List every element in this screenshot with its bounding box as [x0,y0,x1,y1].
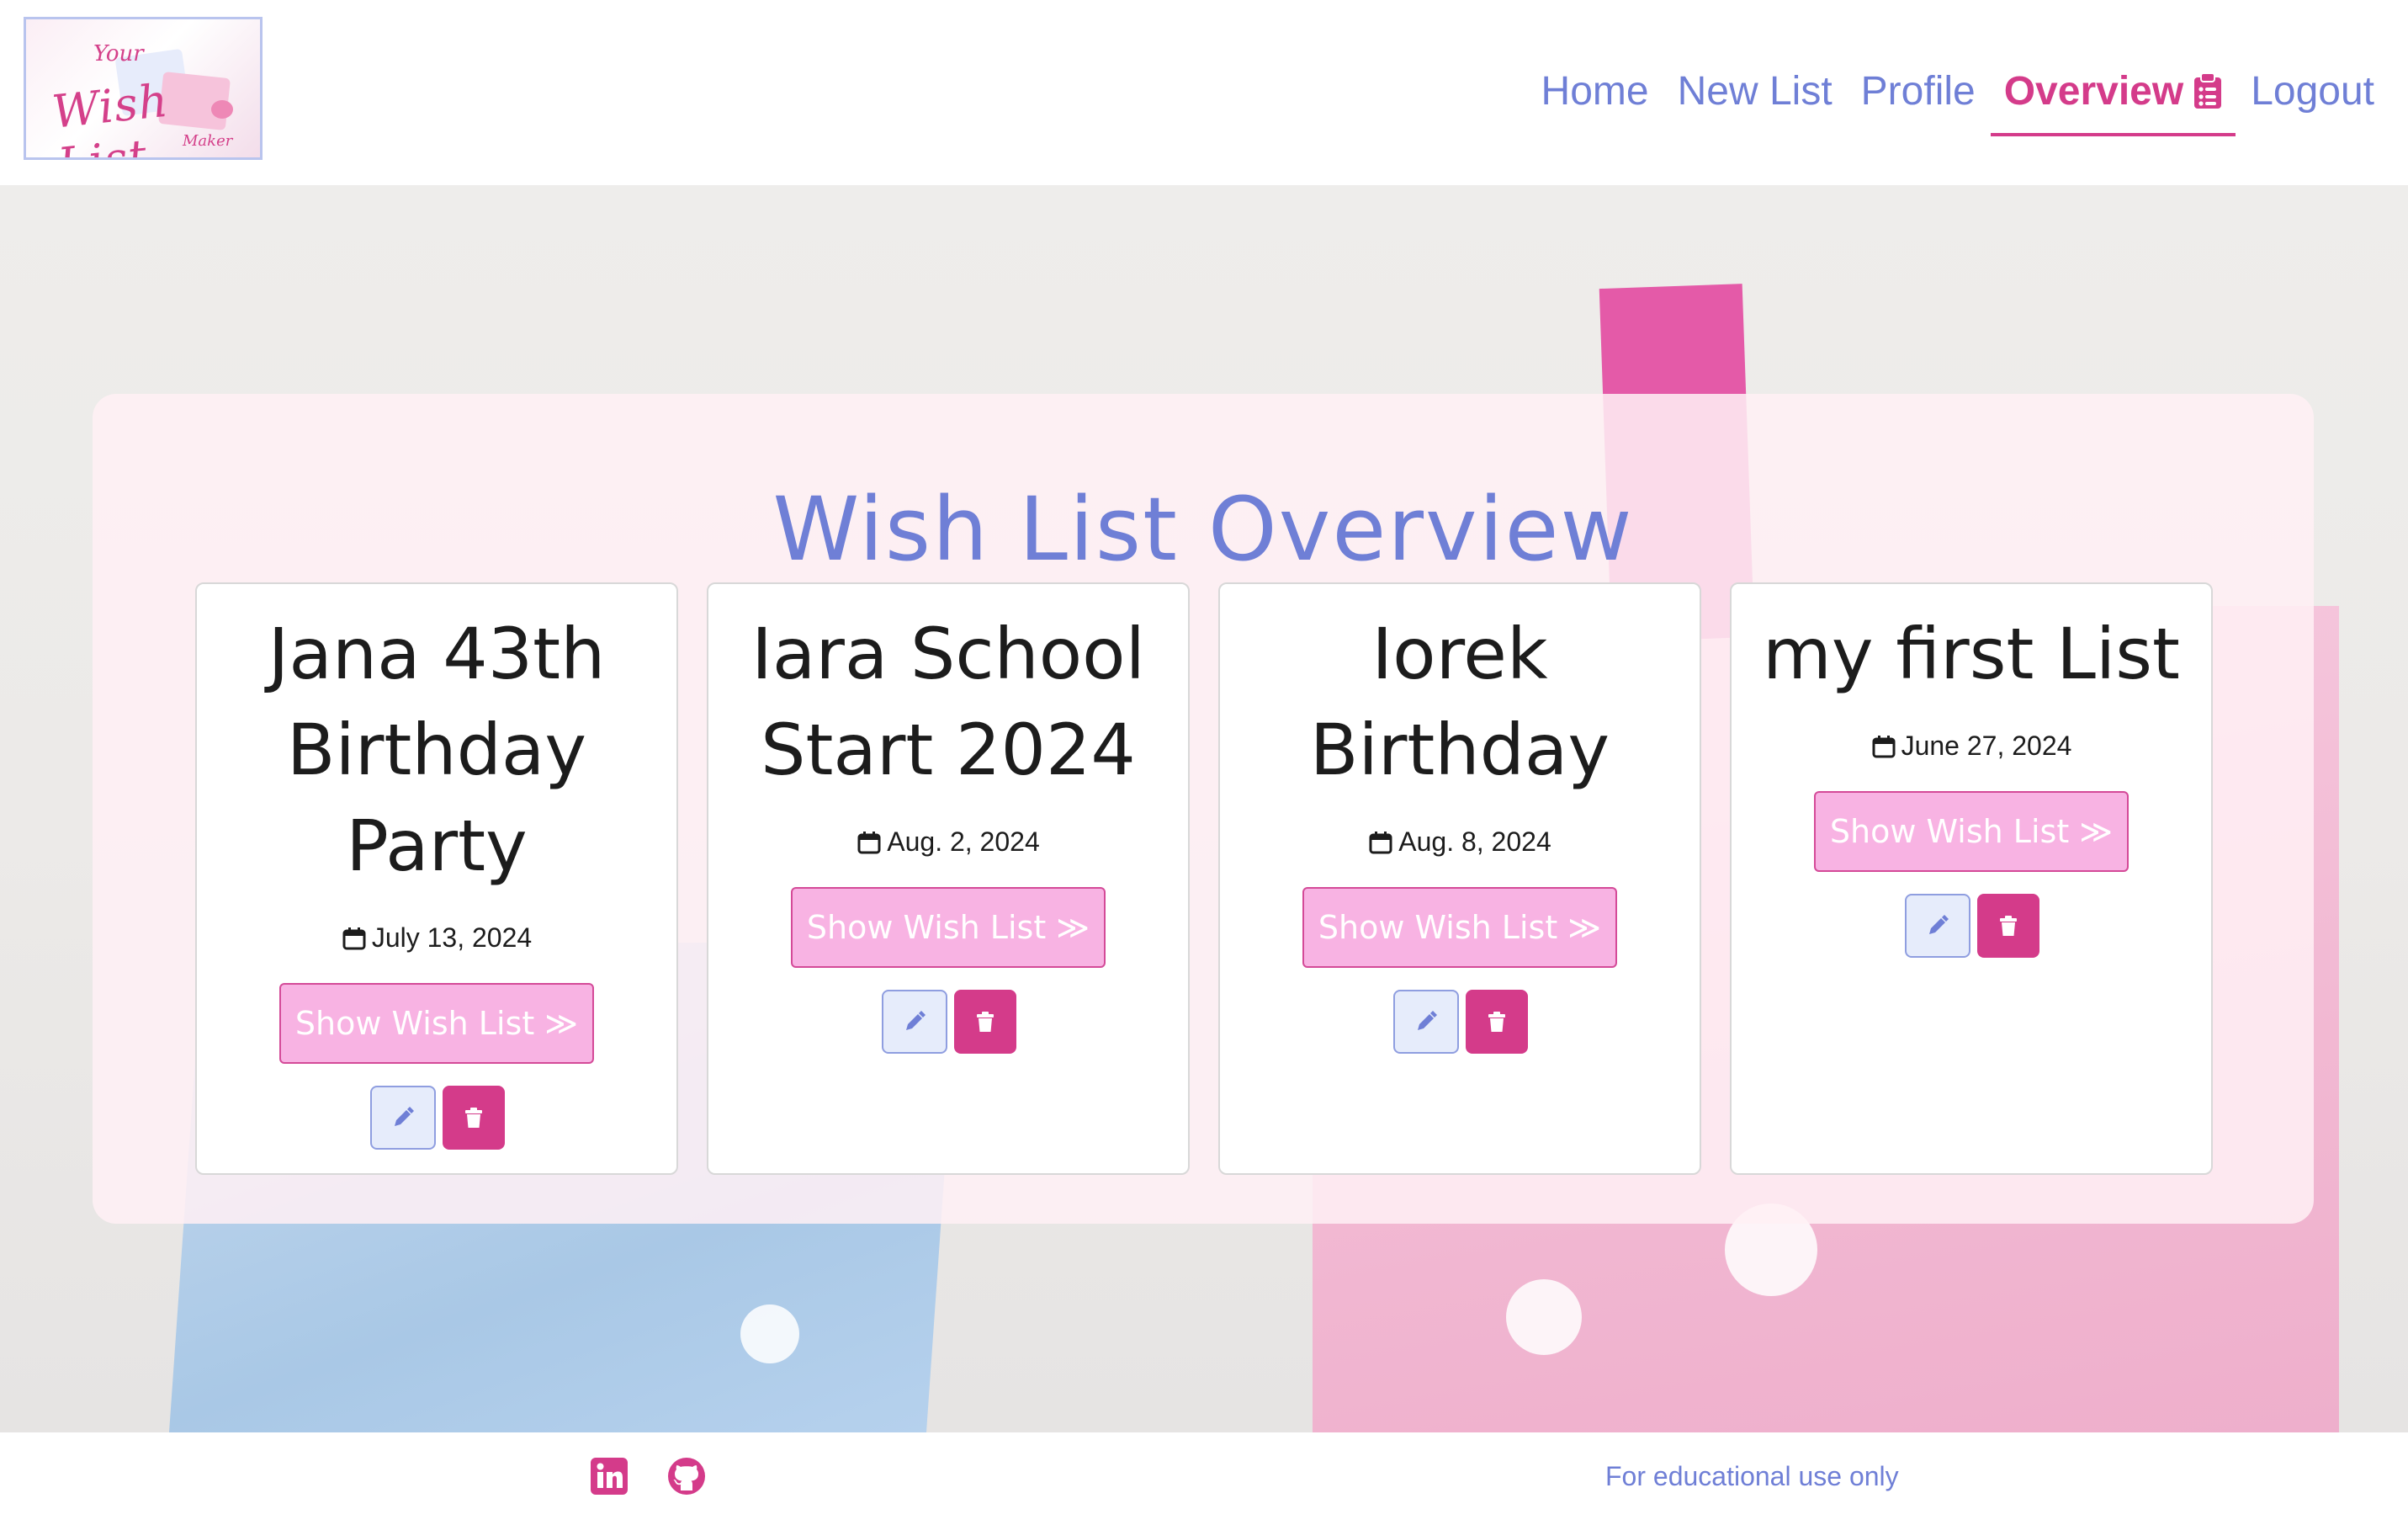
page-title: Wish List Overview [772,477,1634,581]
pencil-icon [906,1011,926,1030]
main-navigation: Home New List Profile Overview Logout [1513,66,2374,136]
card-date: June 27, 2024 [1732,731,2211,762]
delete-button[interactable] [443,1086,505,1150]
nav-link-overview-label: Overview [2003,68,2184,114]
card-title: Iara School Start 2024 [751,613,1145,791]
pencil-icon [395,1107,414,1126]
footer: For educational use only [0,1432,2408,1525]
nav-link-profile[interactable]: Profile [1861,68,1976,114]
delete-button[interactable] [1466,990,1528,1054]
main-content: Wish List Overview Jana 43th Birthday Pa… [0,185,2408,1432]
pencil-icon [1418,1011,1437,1030]
clipboard-list-icon [2194,72,2222,109]
card-date-text: Aug. 8, 2024 [1398,826,1551,857]
footer-note: For educational use only [1605,1461,1899,1491]
edit-button[interactable] [882,990,947,1054]
nav-link-logout[interactable]: Logout [2251,68,2374,114]
show-wish-list-button[interactable]: Show Wish List ≫ [1302,887,1617,968]
card-date-text: June 27, 2024 [1901,731,2072,761]
trash-icon [465,1108,482,1128]
show-wish-list-button[interactable]: Show Wish List ≫ [1814,791,2129,872]
linkedin-icon[interactable] [589,1456,629,1496]
delete-button[interactable] [954,990,1016,1054]
trash-icon [1488,1012,1505,1032]
logo-text-bottom: Maker [183,132,233,150]
background-dot [1506,1279,1582,1355]
card-title: Iorek Birthday [1309,613,1610,791]
github-icon[interactable] [666,1456,707,1496]
show-wish-list-button[interactable]: Show Wish List ≫ [791,887,1106,968]
card-title: my first List [1763,613,2180,695]
edit-button[interactable] [1393,990,1459,1054]
edit-button[interactable] [1905,894,1970,958]
wish-list-card: my first List June 27, 2024 Show Wish Li… [1730,582,2213,1175]
wish-list-card: Jana 43th Birthday Party July 13, 2024 S… [195,582,678,1175]
card-date: Aug. 2, 2024 [708,826,1188,858]
pencil-icon [1929,915,1949,934]
wish-list-card: Iara School Start 2024 Aug. 2, 2024 Show… [707,582,1190,1175]
edit-button[interactable] [370,1086,436,1150]
calendar-icon [342,927,366,949]
card-date-text: Aug. 2, 2024 [887,826,1040,857]
card-date-text: July 13, 2024 [371,922,533,953]
wish-list-maker-logo[interactable]: Your Wish List Maker [24,17,263,160]
calendar-icon [1369,831,1392,853]
show-wish-list-button[interactable]: Show Wish List ≫ [279,983,594,1064]
wish-list-card: Iorek Birthday Aug. 8, 2024 Show Wish Li… [1218,582,1701,1175]
trash-icon [977,1012,994,1032]
calendar-icon [1872,735,1896,757]
card-date: July 13, 2024 [197,922,676,954]
background-dot [740,1304,799,1363]
trash-icon [2000,916,2017,936]
nav-link-home[interactable]: Home [1541,68,1649,114]
calendar-icon [857,831,881,853]
card-title: Jana 43th Birthday Party [268,613,606,887]
nav-link-new-list[interactable]: New List [1678,68,1833,114]
logo-text-top: Your [93,41,144,66]
header: Your Wish List Maker Home New List Profi… [0,0,2408,185]
delete-button[interactable] [1977,894,2039,958]
nav-link-overview[interactable]: Overview [1990,68,2236,136]
card-date: Aug. 8, 2024 [1220,826,1700,858]
